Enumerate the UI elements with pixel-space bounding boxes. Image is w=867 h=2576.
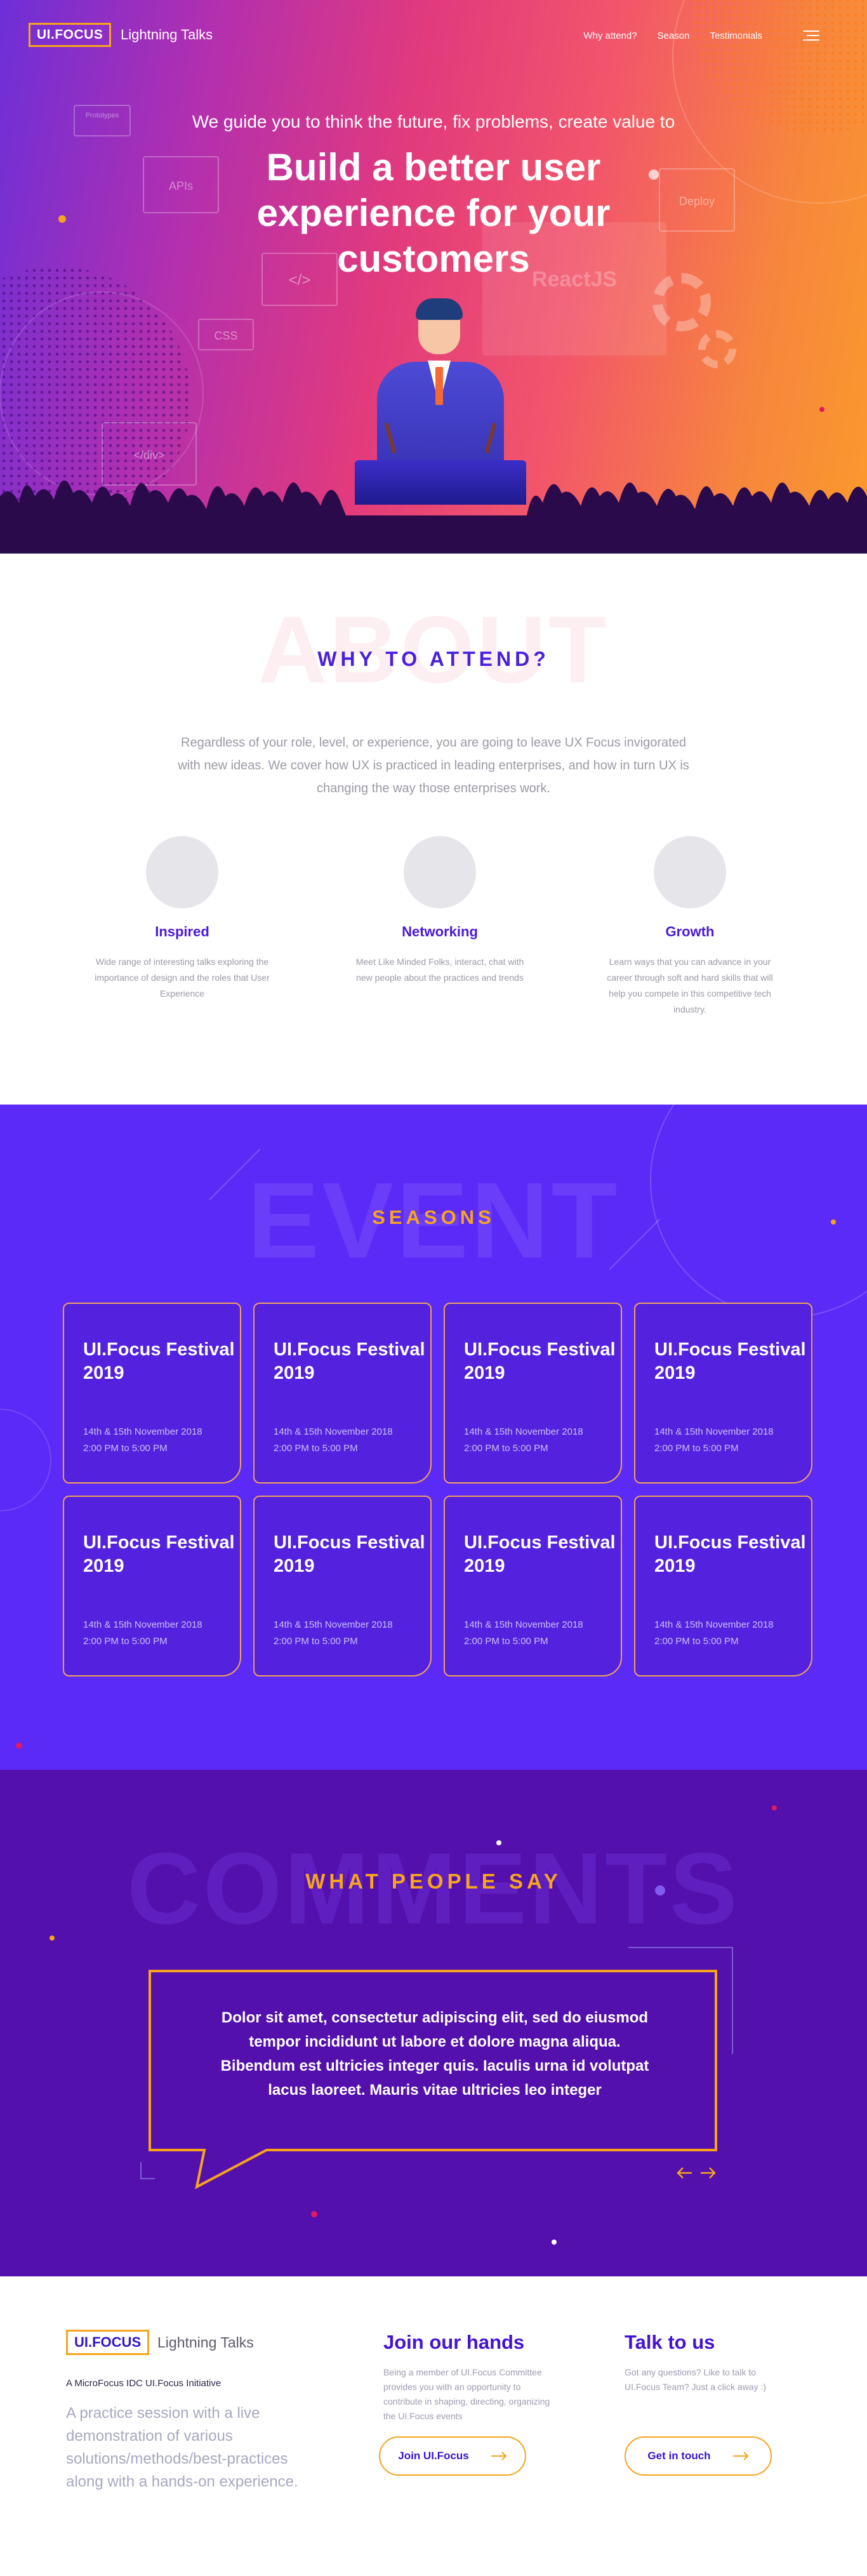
inspired-icon: [146, 836, 218, 908]
comments-title: WHAT PEOPLE SAY: [305, 1869, 562, 1893]
nav-link-why-attend[interactable]: Why attend?: [583, 30, 637, 41]
top-navbar: UI.FOCUS Lightning Talks Why attend? Sea…: [0, 23, 867, 48]
event-time: 2:00 PM to 5:00 PM: [654, 1443, 739, 1454]
comments-section: COMMENTS WHAT PEOPLE SAY Dolor sit amet,…: [0, 1770, 867, 2276]
event-time: 2:00 PM to 5:00 PM: [274, 1636, 358, 1647]
get-in-touch-label: Get in touch: [647, 2450, 711, 2462]
feature-growth: Growth Learn ways that you can advance i…: [595, 836, 785, 1018]
event-date: 14th & 15th November 2018: [274, 1619, 393, 1630]
event-card[interactable]: UI.Focus Festival 2019 14th & 15th Novem…: [63, 1496, 241, 1676]
prev-arrow-icon[interactable]: [677, 2167, 692, 2179]
event-card[interactable]: UI.Focus Festival 2019 14th & 15th Novem…: [63, 1303, 241, 1484]
join-button[interactable]: Join UI.Focus: [379, 2436, 526, 2476]
event-date: 14th & 15th November 2018: [654, 1426, 774, 1437]
event-title: UI.Focus Festival 2019: [83, 1339, 235, 1383]
event-time: 2:00 PM to 5:00 PM: [83, 1443, 168, 1454]
event-title: UI.Focus Festival 2019: [464, 1532, 616, 1576]
event-title: UI.Focus Festival 2019: [654, 1339, 806, 1383]
talk-text: Got any questions? Like to talk to UI.Fo…: [625, 2367, 767, 2392]
event-time: 2:00 PM to 5:00 PM: [83, 1636, 168, 1647]
hero-section: Prototypes APIs </> CSS ReactJS Deploy <…: [0, 0, 867, 554]
join-title: Join our hands: [383, 2331, 525, 2353]
gear-small-icon: [698, 330, 736, 368]
join-button-label: Join UI.Focus: [398, 2450, 469, 2462]
next-arrow-icon[interactable]: [701, 2167, 716, 2179]
event-card[interactable]: UI.Focus Festival 2019 14th & 15th Novem…: [444, 1303, 622, 1484]
event-title: UI.Focus Festival 2019: [464, 1339, 616, 1383]
arrow-right-icon: [491, 2452, 507, 2460]
crowd-silhouette: [0, 480, 867, 554]
about-section: ABOUT WHY TO ATTEND? Regardless of your …: [0, 554, 867, 1105]
event-title: UI.Focus Festival 2019: [274, 1532, 425, 1576]
event-time: 2:00 PM to 5:00 PM: [464, 1636, 548, 1647]
event-title: UI.Focus Festival 2019: [83, 1532, 235, 1576]
event-date: 14th & 15th November 2018: [274, 1426, 393, 1437]
feature-title: Growth: [665, 924, 715, 939]
feature-text: Wide range of interesting talks explorin…: [95, 957, 270, 999]
feature-inspired: Inspired Wide range of interesting talks…: [87, 836, 277, 1002]
get-in-touch-button[interactable]: Get in touch: [625, 2436, 772, 2476]
feature-text: Learn ways that you can advance in your …: [607, 957, 773, 1014]
event-card[interactable]: UI.Focus Festival 2019 14th & 15th Novem…: [253, 1303, 432, 1484]
event-date: 14th & 15th November 2018: [83, 1426, 202, 1437]
brand-logo[interactable]: UI.FOCUS: [29, 23, 112, 47]
event-date: 14th & 15th November 2018: [464, 1619, 583, 1630]
testimonial-quote: Dolor sit amet, consectetur adipiscing e…: [220, 2009, 649, 2099]
event-date: 14th & 15th November 2018: [464, 1426, 583, 1437]
event-card[interactable]: UI.Focus Festival 2019 14th & 15th Novem…: [253, 1496, 432, 1676]
event-time: 2:00 PM to 5:00 PM: [464, 1443, 548, 1454]
feature-text: Meet Like Minded Folks, interact, chat w…: [355, 957, 524, 983]
hero-tagline: We guide you to think the future, fix pr…: [192, 112, 675, 131]
events-title: SEASONS: [372, 1206, 495, 1228]
nav-links: Why attend? Season Testimonials: [583, 30, 762, 41]
nav-link-testimonials[interactable]: Testimonials: [710, 30, 762, 41]
footer-description: A practice session with a live demonstra…: [66, 2405, 298, 2490]
menu-icon[interactable]: [803, 29, 819, 42]
about-title: WHY TO ATTEND?: [317, 647, 550, 670]
feature-title: Networking: [402, 924, 478, 939]
feature-title: Inspired: [155, 924, 209, 939]
event-card[interactable]: UI.Focus Festival 2019 14th & 15th Novem…: [444, 1496, 622, 1676]
event-title: UI.Focus Festival 2019: [274, 1339, 425, 1383]
testimonial-nav: [675, 2163, 720, 2182]
talk-title: Talk to us: [625, 2331, 715, 2353]
about-description: Regardless of your role, level, or exper…: [178, 736, 689, 795]
event-date: 14th & 15th November 2018: [83, 1619, 202, 1630]
hero-title: Build a better user experience for your …: [256, 146, 611, 280]
arrow-right-icon: [732, 2452, 748, 2460]
event-time: 2:00 PM to 5:00 PM: [274, 1443, 358, 1454]
footer-logo-subtitle: Lightning Talks: [157, 2334, 254, 2351]
event-card[interactable]: UI.Focus Festival 2019 14th & 15th Novem…: [634, 1303, 812, 1484]
join-text: Being a member of UI.Focus Committee pro…: [383, 2367, 550, 2421]
event-date: 14th & 15th November 2018: [654, 1619, 774, 1630]
nav-link-season[interactable]: Season: [658, 30, 690, 41]
site-footer: UI.FOCUS Lightning Talks A MicroFocus ID…: [0, 2276, 867, 2576]
feature-networking: Networking Meet Like Minded Folks, inter…: [345, 836, 535, 986]
ghost-css-card: CSS: [198, 319, 254, 350]
events-section: EVENT SEASONS UI.Focus Festival 2019 14t…: [0, 1105, 867, 1770]
networking-icon: [404, 836, 476, 908]
brand-subtitle: Lightning Talks: [121, 27, 213, 43]
event-card[interactable]: UI.Focus Festival 2019 14th & 15th Novem…: [634, 1496, 812, 1676]
footer-initiative: A MicroFocus IDC UI.Focus Initiative: [66, 2378, 222, 2389]
footer-logo[interactable]: UI.FOCUS: [66, 2330, 150, 2355]
event-time: 2:00 PM to 5:00 PM: [654, 1636, 739, 1647]
event-title: UI.Focus Festival 2019: [654, 1532, 806, 1576]
growth-icon: [654, 836, 726, 908]
